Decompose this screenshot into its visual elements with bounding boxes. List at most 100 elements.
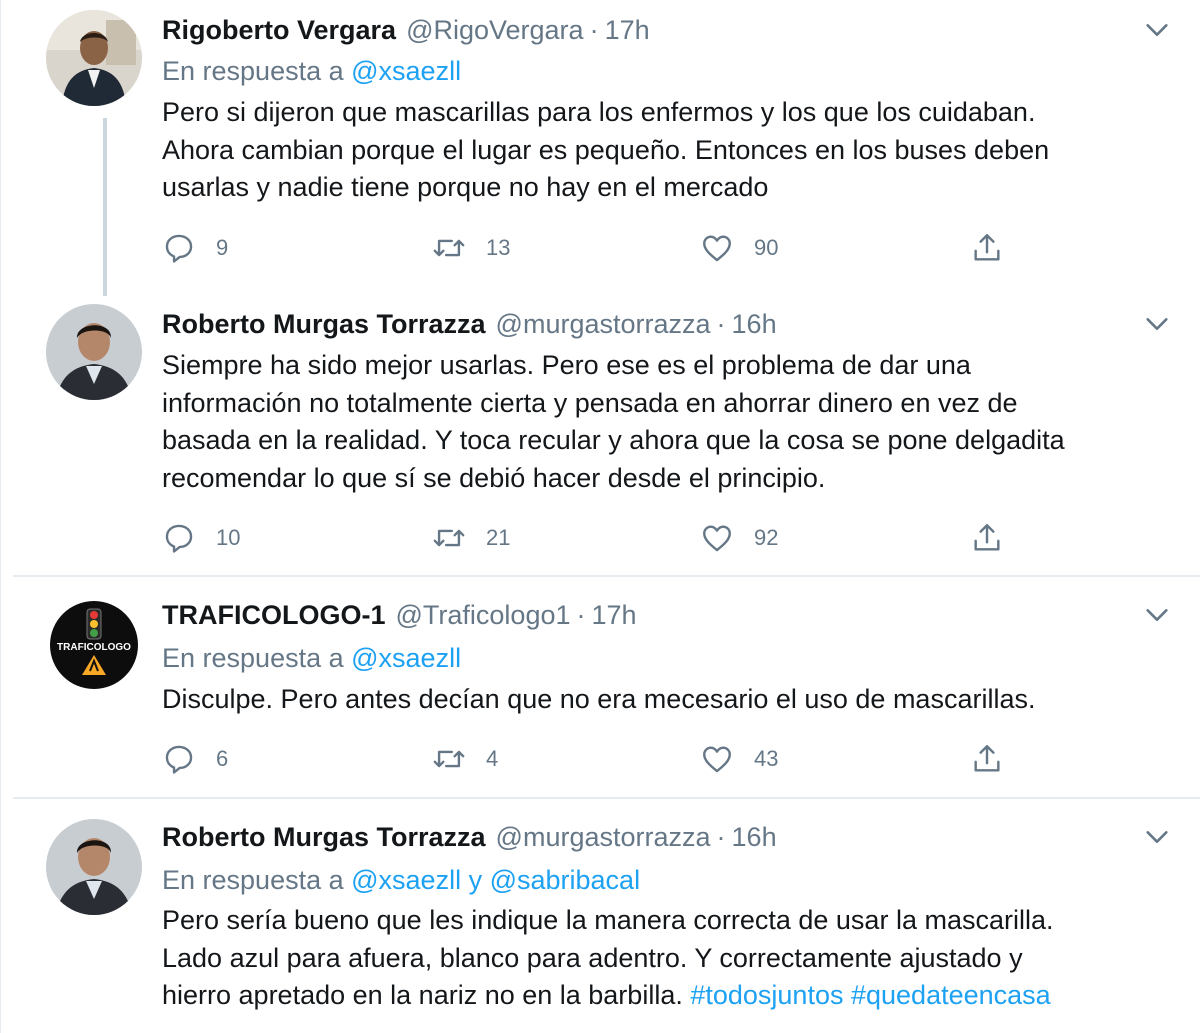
share-button[interactable] [970, 739, 1024, 779]
separator-dot: · [716, 822, 726, 852]
tweet-header: TRAFICOLOGO-1 @Traficologo1 · 17h [162, 597, 1171, 633]
tweet-actions: 10 21 92 [162, 518, 1062, 558]
tweet-text-line: basada en la realidad. Y toca recular y … [162, 425, 1065, 455]
reply-count: 6 [216, 746, 229, 771]
avatar[interactable] [46, 304, 142, 400]
reply-mention-link[interactable]: @xsaezll [351, 643, 461, 673]
share-button[interactable] [970, 228, 1024, 268]
reply-prefix: En respuesta a [162, 865, 352, 895]
author-name[interactable]: Rigoberto Vergara [162, 15, 396, 45]
retweet-button[interactable]: 13 [432, 228, 510, 268]
retweet-count: 13 [486, 235, 511, 260]
reply-context: En respuesta a @xsaezll [162, 53, 461, 89]
reply-mention-link[interactable]: @xsaezll [351, 865, 461, 895]
tweet-text-segment: hierro apretado en la nariz no en la bar… [162, 980, 691, 1010]
tweet[interactable]: Roberto Murgas Torrazza @murgastorrazza · 1… [13, 799, 1200, 1033]
retweet-icon [433, 750, 465, 768]
share-icon [974, 524, 1000, 551]
reply-count: 9 [216, 235, 229, 260]
tweet-header: Rigoberto Vergara @RigoVergara · 17h [162, 12, 1171, 48]
reply-mention-link[interactable]: @sabribacal [490, 865, 640, 895]
separator-dot: · [716, 309, 726, 339]
tweet-text-line: Ahora cambian porque el lugar es pequeño… [162, 134, 1050, 165]
tweet-text-line: Siempre ha sido mejor usarlas. Pero ese … [162, 350, 971, 380]
heart-icon [703, 525, 731, 552]
separator-dot: · [589, 15, 599, 45]
like-button[interactable]: 90 [700, 228, 778, 268]
tweet-text: Pero sería bueno que les indique la mane… [162, 902, 1162, 1015]
like-button[interactable]: 43 [700, 739, 778, 779]
tweet-header: Roberto Murgas Torrazza @murgastorrazza · 1… [162, 306, 1171, 342]
reply-button[interactable]: 6 [162, 739, 228, 779]
avatar[interactable] [46, 819, 142, 915]
tweet-actions: 9 13 90 [162, 228, 1062, 268]
like-count: 43 [754, 746, 779, 771]
author-handle[interactable]: @murgastorrazza [496, 822, 711, 852]
like-count: 92 [754, 525, 779, 550]
retweet-button[interactable]: 4 [432, 739, 498, 779]
tweet-text-line: recomendar lo que sí se debió hacer desd… [162, 462, 826, 493]
tweet-header: Roberto Murgas Torrazza @murgastorrazza · 1… [162, 819, 1171, 855]
retweet-icon [433, 529, 465, 547]
separator-dot: · [576, 600, 586, 630]
reply-prefix: En respuesta a [162, 643, 352, 673]
reply-button[interactable]: 9 [162, 228, 228, 268]
retweet-count: 4 [486, 746, 499, 771]
share-icon [974, 234, 1000, 261]
chevron-down-icon[interactable] [1143, 601, 1171, 629]
tweet-text-line: Lado azul para afuera, blanco para adent… [162, 942, 1023, 973]
reply-prefix: En respuesta a [162, 56, 352, 86]
author-handle[interactable]: @murgastorrazza [496, 309, 711, 339]
reply-count: 10 [216, 525, 241, 550]
tweet-text-line: Pero sería bueno que les indique la mane… [162, 905, 1054, 935]
tweet-actions: 6 4 43 [162, 739, 1062, 779]
reply-context: En respuesta a @xsaezll [162, 640, 461, 676]
author-name[interactable]: TRAFICOLOGO-1 [162, 600, 386, 630]
tweet-text-line: hierro apretado en la nariz no en la bar… [162, 977, 1162, 1015]
timestamp[interactable]: 17h [605, 15, 650, 45]
tweet-text: Pero si dijeron que mascarillas para los… [162, 94, 1162, 207]
hashtag-link[interactable]: #quedateencasa [851, 980, 1051, 1010]
hashtag-link[interactable]: #todosjuntos [690, 980, 843, 1010]
reply-icon [165, 234, 193, 263]
tweet-text-line: Pero si dijeron que mascarillas para los… [162, 97, 1036, 127]
share-icon [974, 745, 1000, 772]
tweet-text-line: información no totalmente cierta y pensa… [162, 387, 1018, 418]
tweet-text: Disculpe. Pero antes decían que no era m… [162, 681, 1162, 719]
reply-context: En respuesta a @xsaezll y @sabribacal [162, 862, 640, 898]
author-handle[interactable]: @Traficologo1 [396, 600, 571, 630]
thread-line [103, 118, 107, 296]
chevron-down-icon[interactable] [1143, 823, 1171, 851]
tweet[interactable]: TRAFICOLOGO TRAFICOLOGO-1 @Traficologo1 · 1… [13, 577, 1200, 797]
reply-icon [165, 745, 193, 774]
reply-conjunction: y [461, 865, 490, 895]
reply-mention-link[interactable]: @xsaezll [351, 56, 461, 86]
tweet-thread: Rigoberto Vergara @RigoVergara · 17h En res… [0, 0, 1200, 1033]
timestamp[interactable]: 16h [732, 822, 777, 852]
author-name[interactable]: Roberto Murgas Torrazza [162, 822, 486, 852]
avatar[interactable]: TRAFICOLOGO [46, 597, 142, 693]
chevron-down-icon[interactable] [1143, 16, 1171, 44]
chevron-down-icon[interactable] [1143, 310, 1171, 338]
timestamp[interactable]: 16h [732, 309, 777, 339]
retweet-count: 21 [486, 525, 511, 550]
tweet-text: Siempre ha sido mejor usarlas. Pero ese … [162, 347, 1162, 497]
share-button[interactable] [970, 518, 1024, 558]
reply-button[interactable]: 10 [162, 518, 240, 558]
avatar[interactable] [46, 10, 142, 106]
retweet-button[interactable]: 21 [432, 518, 510, 558]
tweet-text-line: Disculpe. Pero antes decían que no era m… [162, 684, 1036, 714]
heart-icon [703, 746, 731, 773]
timestamp[interactable]: 17h [592, 600, 637, 630]
retweet-icon [433, 239, 465, 257]
author-handle[interactable]: @RigoVergara [406, 15, 584, 45]
tweet-text-line: usarlas y nadie tiene porque no hay en e… [162, 172, 769, 202]
like-button[interactable]: 92 [700, 518, 778, 558]
reply-icon [165, 524, 193, 553]
tweet[interactable]: Roberto Murgas Torrazza @murgastorrazza · 1… [13, 290, 1200, 575]
author-name[interactable]: Roberto Murgas Torrazza [162, 309, 486, 339]
heart-icon [703, 235, 731, 262]
like-count: 90 [754, 235, 779, 260]
tweet[interactable]: Rigoberto Vergara @RigoVergara · 17h En res… [13, 0, 1200, 296]
avatar-logo-text: TRAFICOLOGO [57, 642, 131, 653]
